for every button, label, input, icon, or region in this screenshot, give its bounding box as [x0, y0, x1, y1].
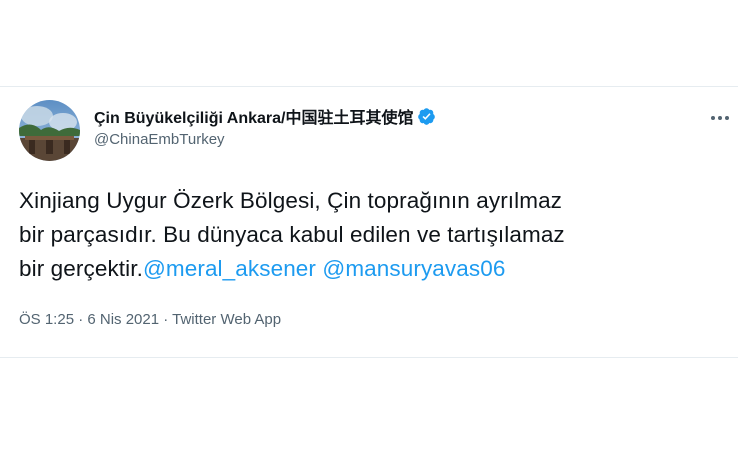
tweet-text-line-3: bir gerçektir.@meral_aksener @mansuryava… [19, 252, 719, 286]
mention-link-meral-aksener[interactable]: @meral_aksener [143, 256, 316, 281]
avatar[interactable] [19, 100, 80, 161]
more-options-icon[interactable] [708, 111, 732, 123]
tweet-card: Çin Büyükelçiliği Ankara/中国驻土耳其使馆 @China… [0, 86, 738, 358]
mention-link-mansuryavas06[interactable]: @mansuryavas06 [322, 256, 505, 281]
tweet-text-line-3-text: bir gerçektir. [19, 256, 143, 281]
avatar-image [19, 100, 80, 161]
user-handle[interactable]: @ChinaEmbTurkey [94, 131, 436, 148]
verified-badge-icon [417, 107, 436, 126]
tweet-text: Xinjiang Uygur Özerk Bölgesi, Çin toprağ… [19, 184, 719, 286]
tweet-timestamp-source[interactable]: ÖS 1:25 · 6 Nis 2021 · Twitter Web App [19, 311, 281, 328]
display-name-row: Çin Büyükelçiliği Ankara/中国驻土耳其使馆 [94, 105, 436, 127]
tweet-text-line-2: bir parçasıdır. Bu dünyaca kabul edilen … [19, 222, 565, 247]
tweet-header: Çin Büyükelçiliği Ankara/中国驻土耳其使馆 @China… [94, 105, 436, 148]
page: Çin Büyükelçiliği Ankara/中国驻土耳其使馆 @China… [0, 0, 750, 450]
display-name[interactable]: Çin Büyükelçiliği Ankara/中国驻土耳其使馆 [94, 104, 413, 128]
tweet-text-line-1: Xinjiang Uygur Özerk Bölgesi, Çin toprağ… [19, 188, 563, 213]
